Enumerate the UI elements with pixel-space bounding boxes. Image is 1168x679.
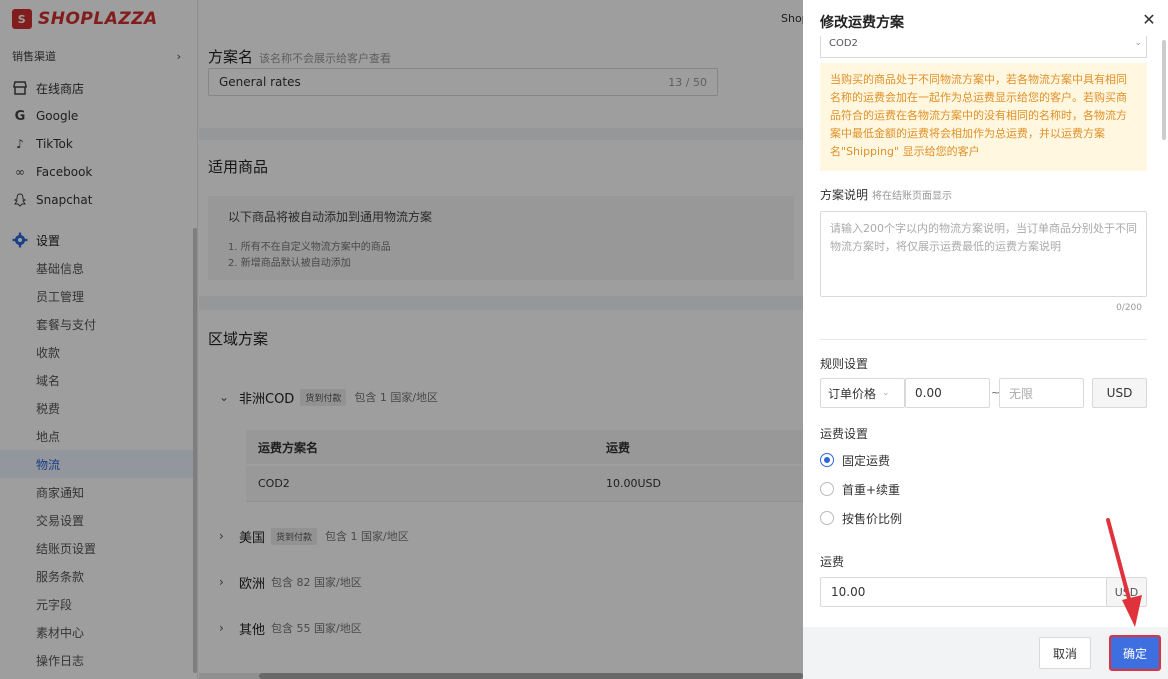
fee-option-label: 固定运费 <box>842 453 891 468</box>
radio-unchecked[interactable] <box>820 511 834 525</box>
fee-option-fixed[interactable]: 固定运费 <box>820 450 890 470</box>
cancel-button[interactable]: 取消 <box>1039 637 1091 669</box>
fee-option-label: 首重+续重 <box>842 482 901 497</box>
description-hint: 将在结账页面显示 <box>872 191 953 202</box>
divider <box>820 339 1147 340</box>
rate-name-select-value: COD2 <box>829 38 858 49</box>
warning-notice: 当购买的商品处于不同物流方案中，若各物流方案中具有相同名称的运费会加在一起作为总… <box>820 63 1147 171</box>
modal-mask[interactable] <box>0 0 803 679</box>
description-label-text: 方案说明 <box>820 188 869 202</box>
fee-option-price-ratio[interactable]: 按售价比例 <box>820 508 902 528</box>
drawer-footer: 取消 确定 <box>803 627 1168 679</box>
rule-label: 规则设置 <box>820 357 869 371</box>
rule-max-input[interactable]: 无限 <box>999 378 1084 408</box>
fee-option-label: 按售价比例 <box>842 511 903 526</box>
rule-currency: USD <box>1092 378 1147 408</box>
description-textarea[interactable]: 请输入200个字以内的物流方案说明，当订单商品分别处于不同物流方案时，将仅展示运… <box>820 211 1147 297</box>
close-icon[interactable]: ✕ <box>1140 10 1158 29</box>
rate-name-select[interactable]: COD2 ⌄ <box>820 36 1147 58</box>
confirm-button[interactable]: 确定 <box>1109 635 1161 671</box>
radio-checked[interactable] <box>820 453 834 467</box>
drawer-title: 修改运费方案 <box>820 15 904 31</box>
rule-type-select[interactable]: 订单价格 ⌄ <box>820 378 905 408</box>
drawer-scrollbar[interactable] <box>1162 40 1166 140</box>
description-label: 方案说明 将在结账页面显示 <box>820 186 952 203</box>
rule-type-value: 订单价格 <box>828 386 877 401</box>
chevron-down-icon: ⌄ <box>1134 38 1142 48</box>
radio-unchecked[interactable] <box>820 482 834 496</box>
rule-min-input[interactable]: 0.00 <box>905 378 990 408</box>
fee-option-weight[interactable]: 首重+续重 <box>820 479 900 499</box>
description-count: 0/200 <box>1116 303 1142 313</box>
fee-settings-label: 运费设置 <box>820 427 869 441</box>
cost-input[interactable]: 10.00 <box>820 577 1110 607</box>
chevron-down-icon: ⌄ <box>882 388 890 398</box>
cost-label: 运费 <box>820 555 845 569</box>
annotation-arrow-icon <box>1106 518 1142 627</box>
